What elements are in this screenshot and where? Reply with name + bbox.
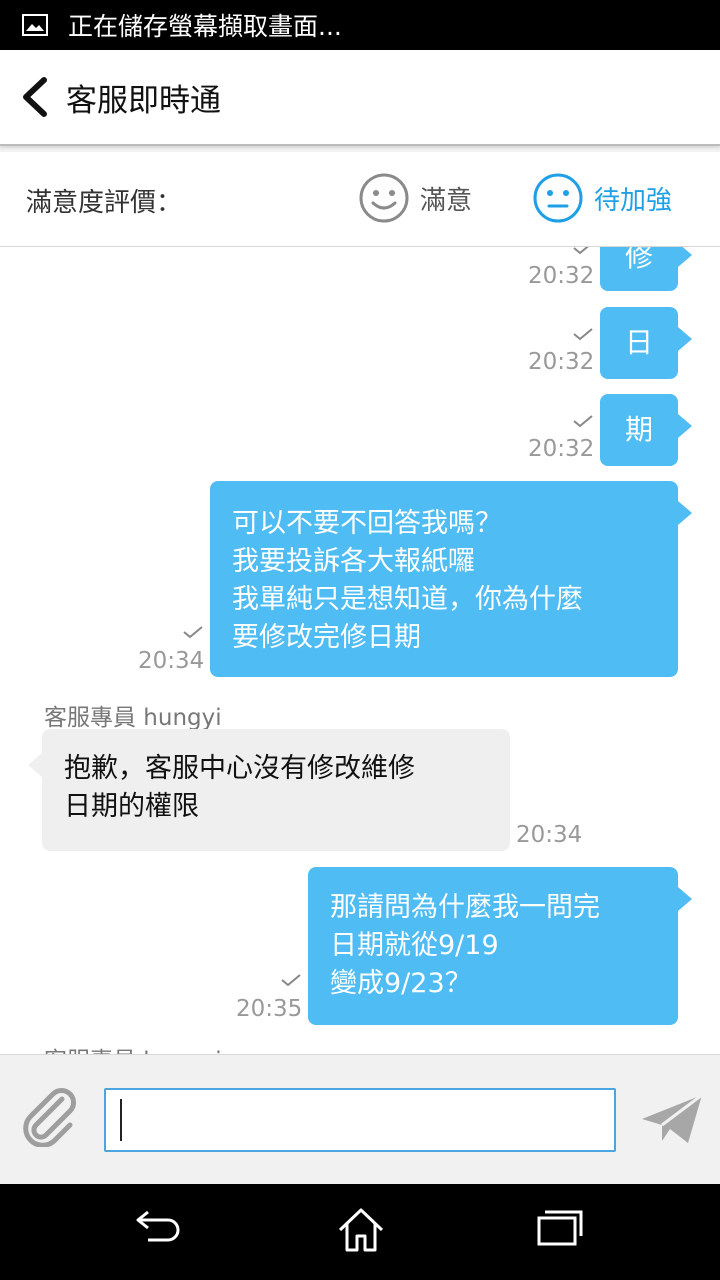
image-icon (22, 14, 48, 36)
check-icon (281, 974, 301, 987)
rating-label: 滿意度評價： (26, 188, 183, 218)
message-line: 變成9/23？ (330, 968, 472, 999)
smile-face-icon (359, 173, 409, 223)
text-cursor (120, 1099, 122, 1141)
outgoing-message: 修 (600, 247, 692, 291)
status-text: 正在儲存螢幕擷取畫面... (68, 12, 342, 41)
rating-satisfied-label: 滿意 (420, 185, 473, 216)
sender-name: 客服專員 hungyi (44, 1041, 222, 1054)
nav-recents-icon[interactable] (536, 1206, 584, 1246)
message-time: 20:34 (516, 822, 583, 848)
nav-back-icon[interactable] (134, 1206, 184, 1246)
message-line: 日期的權限 (64, 791, 199, 822)
message-input-bar (0, 1054, 720, 1184)
check-icon (573, 247, 589, 255)
message-input[interactable] (104, 1088, 616, 1152)
message-time: 20:32 (528, 263, 595, 289)
back-arrow-icon[interactable] (18, 76, 50, 118)
outgoing-message: 期 (600, 394, 692, 466)
rating-satisfied-button[interactable]: 滿意 (358, 172, 472, 224)
message-line: 日期就從9/19 (330, 930, 499, 961)
message-line: 可以不要不回答我嗎？ (232, 508, 502, 539)
neutral-face-icon (533, 173, 583, 223)
sender-name: 客服專員 hungyi (44, 705, 222, 731)
message-time: 20:34 (138, 648, 205, 674)
incoming-message: 抱歉，客服中心沒有修改維修 日期的權限 (28, 729, 510, 851)
page-title: 客服即時通 (66, 82, 221, 119)
paperclip-icon[interactable] (18, 1085, 80, 1147)
message-time: 20:32 (528, 436, 595, 462)
rating-improve-button[interactable]: 待加強 (532, 172, 672, 224)
message-line: 那請問為什麼我一問完 (330, 892, 600, 923)
message-line: 我要投訴各大報紙囉 (232, 546, 475, 577)
message-line: 我單純只是想知道，你為什麼 (232, 584, 583, 615)
chat-log[interactable]: 修 20:32 日 20:32 期 20:32 可以不要不回答我嗎？ 我要投訴各… (0, 247, 720, 1054)
header: 客服即時通 (0, 50, 720, 146)
send-icon[interactable] (640, 1091, 704, 1147)
message-line: 抱歉，客服中心沒有修改維修 (64, 753, 415, 784)
status-bar: 正在儲存螢幕擷取畫面... (0, 0, 720, 50)
rating-improve-label: 待加強 (594, 185, 673, 216)
system-nav-bar (0, 1184, 720, 1280)
message-text: 日 (624, 326, 653, 359)
message-time: 20:35 (236, 996, 303, 1022)
nav-home-icon[interactable] (336, 1206, 386, 1254)
check-icon (183, 626, 203, 639)
outgoing-message: 可以不要不回答我嗎？ 我要投訴各大報紙囉 我單純只是想知道，你為什麼 要修改完修… (210, 481, 692, 677)
check-icon (573, 328, 593, 341)
outgoing-message: 那請問為什麼我一問完 日期就從9/19 變成9/23？ (308, 867, 692, 1025)
message-text: 修 (624, 247, 653, 273)
message-time: 20:32 (528, 349, 595, 375)
satisfaction-rating: 滿意度評價： 滿意 待加強 (0, 152, 720, 247)
check-icon (573, 415, 593, 428)
message-text: 期 (624, 413, 653, 446)
message-line: 要修改完修日期 (232, 622, 421, 653)
outgoing-message: 日 (600, 307, 692, 379)
